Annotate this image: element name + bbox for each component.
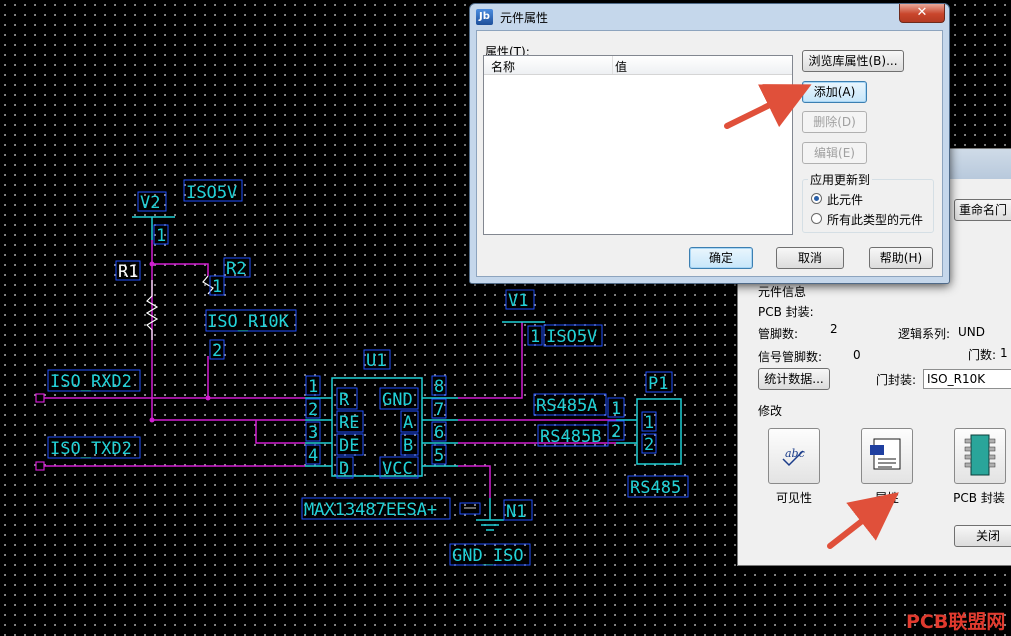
gate-footprint-select[interactable]: ISO_R10K: [923, 369, 1011, 389]
edit-button[interactable]: 编辑(E): [802, 142, 867, 164]
ic-part-number: MAX13487EESA+: [304, 500, 437, 520]
p1-pin2-outer: 2: [611, 422, 621, 442]
iso5v-top-label: ISO5V: [186, 183, 237, 203]
svg-text:abc: abc: [785, 447, 805, 460]
attributes-label: 属性: [874, 491, 899, 505]
iso5v-right-label: ISO5V: [546, 327, 597, 347]
browse-library-attributes-button[interactable]: 浏览库属性(B)...: [802, 50, 904, 72]
logic-family-value: UND: [958, 325, 985, 339]
modify-label: 修改: [758, 404, 783, 418]
ic-pin-re: RE: [339, 413, 359, 433]
chip-icon: [964, 434, 996, 476]
radio-all-parts[interactable]: [811, 213, 822, 224]
attributes-titlebar[interactable]: Jb 元件属性 ✕: [470, 4, 949, 30]
gates-label: 门数:: [968, 348, 997, 362]
rs485b-label: RS485B: [540, 427, 601, 447]
apply-update-group-label: 应用更新到: [808, 171, 873, 188]
pin-label-1: 1: [308, 377, 318, 397]
pin-label-4: 4: [308, 446, 318, 466]
port-rxd2[interactable]: [35, 393, 45, 403]
delete-button[interactable]: 删除(D): [802, 111, 867, 133]
iso-txd2-label: ISO_TXD2: [50, 439, 132, 459]
r2-pin1-label: 1: [212, 277, 222, 297]
port-txd2[interactable]: [35, 461, 45, 471]
gnd-iso-label: GND_ISO: [452, 546, 524, 566]
pin-label-2: 2: [308, 400, 318, 420]
watermark: PCB联盟网: [906, 611, 1006, 633]
attributes-client-area: 属性(T): 名称 值 浏览库属性(B)... 添加(A) 删除(D) 编辑(E…: [476, 30, 943, 277]
r1-label: R1: [118, 262, 138, 282]
radio-this-part-label[interactable]: 此元件: [827, 191, 863, 208]
pcb-footprint-button[interactable]: [954, 428, 1006, 484]
rename-gate-button[interactable]: 重命名门: [954, 199, 1011, 221]
radio-this-part[interactable]: [811, 193, 822, 204]
pin-label-5: 5: [434, 446, 444, 466]
gates-value: 1: [1000, 346, 1008, 360]
iso-rxd2-label: ISO_RXD2: [50, 372, 132, 392]
r2-pin2-label: 2: [212, 341, 222, 361]
pin-count-value: 2: [830, 322, 838, 336]
v1-label: V1: [508, 291, 528, 311]
p1-label: P1: [648, 374, 668, 394]
pin-label-6: 6: [434, 423, 444, 443]
close-part-dialog-button[interactable]: 关闭: [954, 525, 1011, 547]
ic-pin-vcc: VCC: [382, 459, 413, 479]
part-info-title: 元件信息: [758, 285, 807, 299]
attributes-dialog-title: 元件属性: [500, 11, 549, 25]
column-value-header[interactable]: 值: [615, 58, 627, 75]
visibility-icon: abc: [782, 447, 805, 467]
ic-pin-a: A: [403, 413, 413, 433]
pin-label-3: 3: [308, 423, 318, 443]
pcb-footprint-tool-label: PCB 封装: [953, 491, 1005, 505]
signal-pins-value: 0: [853, 348, 861, 362]
signal-pins-label: 信号管脚数:: [758, 350, 823, 364]
help-button[interactable]: 帮助(H): [869, 247, 933, 269]
rs485a-label: RS485A: [536, 396, 597, 416]
app-icon: Jb: [476, 9, 493, 25]
p1-pin2-inner: 2: [644, 435, 654, 455]
ic-pin-r: R: [339, 390, 350, 410]
ic-pin-b: B: [403, 436, 413, 456]
cancel-button[interactable]: 取消: [776, 247, 844, 269]
p1-pin1-inner: 1: [644, 413, 654, 433]
add-button[interactable]: 添加(A): [802, 81, 867, 103]
visibility-button[interactable]: abc: [768, 428, 820, 484]
attributes-dialog: Jb 元件属性 ✕ 属性(T): 名称 值 浏览库属性(B)... 添加(A) …: [469, 3, 950, 284]
ic-pin-de: DE: [339, 436, 359, 456]
ok-button[interactable]: 确定: [689, 247, 753, 269]
attributes-button[interactable]: [861, 428, 913, 484]
v2-pin-label: 1: [156, 226, 166, 246]
attributes-list[interactable]: 名称 值: [483, 55, 793, 235]
attributes-list-header: 名称 值: [484, 56, 792, 75]
v1-pin-label: 1: [530, 327, 540, 347]
column-separator[interactable]: [612, 56, 613, 74]
column-name-header[interactable]: 名称: [491, 58, 515, 75]
ic-pin-d: D: [339, 459, 349, 479]
pin-label-7: 7: [434, 400, 444, 420]
r2-value-label: ISO_R10K: [207, 312, 290, 332]
gate-footprint-label: 门封装:: [876, 373, 917, 387]
r2-label: R2: [226, 259, 246, 279]
ic-pin-gnd: GND: [382, 390, 413, 410]
visibility-label: 可见性: [775, 491, 812, 505]
u1-label: U1: [366, 351, 386, 371]
n1-label: N1: [506, 502, 526, 522]
statistics-button[interactable]: 统计数据...: [758, 368, 830, 390]
logic-family-label: 逻辑系列:: [898, 327, 951, 341]
p1-value-label: RS485: [630, 478, 681, 498]
radio-all-parts-label[interactable]: 所有此类型的元件: [827, 211, 923, 228]
p1-pin1-outer: 1: [611, 399, 621, 419]
close-icon[interactable]: ✕: [899, 4, 945, 23]
pin-count-label: 管脚数:: [758, 327, 799, 341]
v2-label: V2: [140, 193, 160, 213]
attributes-icon: [870, 438, 901, 470]
pin-label-8: 8: [434, 377, 444, 397]
pcb-footprint-label: PCB 封装:: [758, 305, 814, 319]
resistor-r1[interactable]: [145, 280, 159, 340]
